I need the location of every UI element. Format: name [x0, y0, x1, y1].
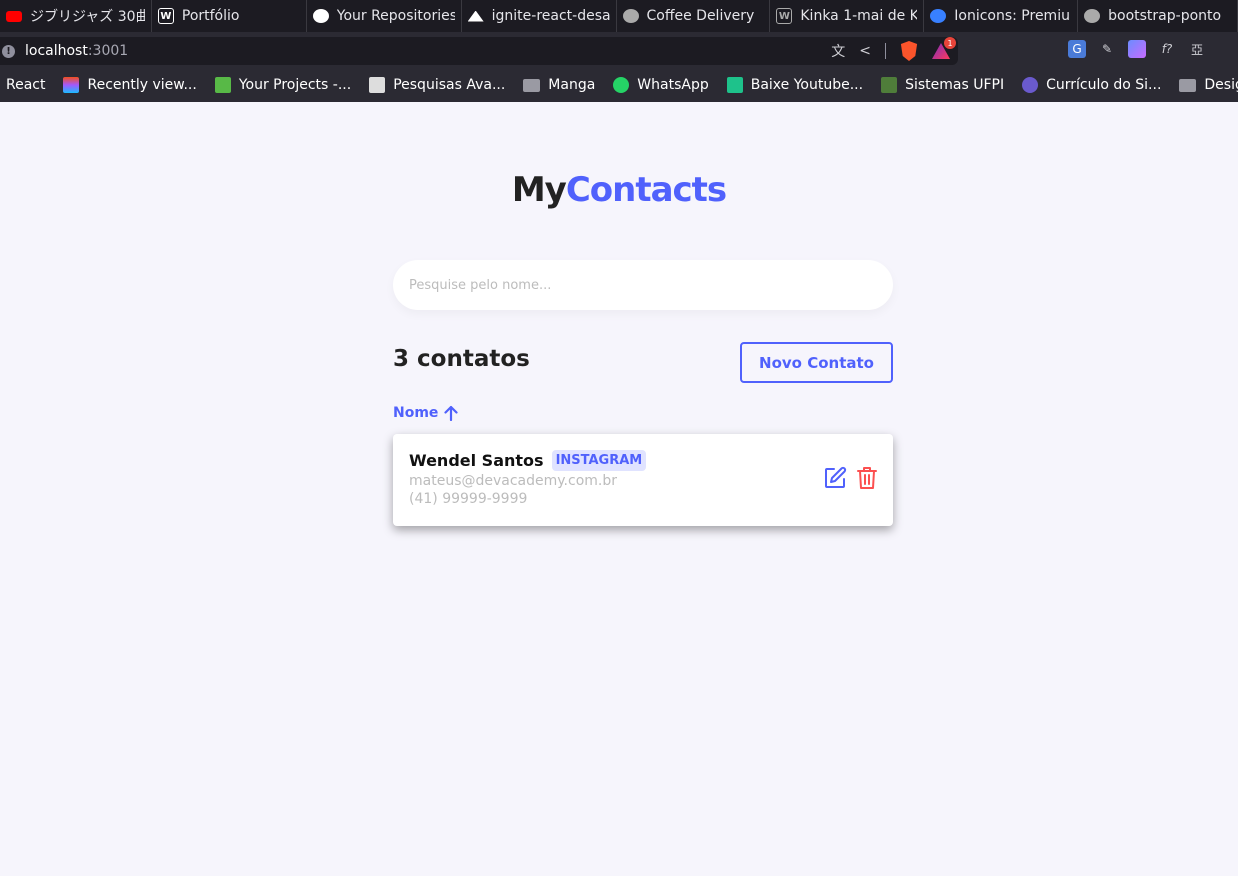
- pen-icon[interactable]: ✎: [1098, 40, 1116, 58]
- site-info-icon[interactable]: !: [2, 44, 15, 58]
- bookmark-item[interactable]: WhatsApp: [613, 77, 709, 93]
- contact-card: Wendel Santos INSTAGRAM mateus@devacadem…: [393, 434, 893, 526]
- edit-icon: [825, 466, 847, 488]
- github-icon: [312, 9, 329, 23]
- kinka-icon: W: [776, 8, 793, 24]
- brave-rewards-icon[interactable]: 1: [932, 37, 956, 59]
- bookmark-label: React: [6, 77, 46, 93]
- bookmarks-bar: React Recently view... Your Projects -... P…: [0, 68, 1238, 102]
- sort-label: Nome: [393, 405, 439, 421]
- new-contact-button[interactable]: Novo Contato: [740, 342, 893, 383]
- browser-tab[interactable]: Your Repositories: [307, 0, 462, 32]
- bookmark-item[interactable]: Baixe Youtube...: [726, 77, 864, 93]
- browser-tab-title: Kinka 1-mai de Ka: [800, 8, 918, 24]
- curriculo-icon: [1022, 77, 1039, 93]
- contact-name: Wendel Santos: [409, 451, 544, 470]
- bookmark-item[interactable]: Your Projects -...: [214, 77, 352, 93]
- edit-contact-button[interactable]: [823, 466, 847, 490]
- address-bar[interactable]: ! localhost:3001 文 < 1: [0, 37, 958, 65]
- bookmark-item[interactable]: Manga: [523, 77, 595, 93]
- globe-icon: [622, 9, 639, 23]
- browser-tab-title: Ionicons: Premium: [954, 8, 1072, 24]
- bookmark-label: Pesquisas Ava...: [393, 77, 506, 93]
- browser-tab-title: bootstrap-ponto: [1108, 8, 1222, 24]
- formula-icon[interactable]: f?: [1158, 40, 1176, 58]
- delete-contact-button[interactable]: [855, 466, 879, 490]
- bookmark-item[interactable]: React: [6, 77, 45, 93]
- whatsapp-icon: [613, 77, 630, 93]
- share-icon[interactable]: <: [859, 43, 871, 59]
- trash-icon: [857, 467, 877, 489]
- bookmark-item[interactable]: Recently view...: [63, 77, 197, 93]
- browser-tab[interactable]: ジブリジャズ 30曲: [0, 0, 152, 32]
- bookmark-label: Baixe Youtube...: [750, 77, 864, 93]
- contact-email: mateus@devacademy.com.br: [409, 473, 617, 489]
- browser-tab[interactable]: W Portfólio: [152, 0, 307, 32]
- url-text[interactable]: localhost:3001: [25, 43, 128, 59]
- browser-tab[interactable]: Ionicons: Premium: [924, 0, 1079, 32]
- vercel-icon: [467, 10, 484, 22]
- download-icon: [726, 77, 743, 93]
- ionicons-icon: [930, 9, 947, 23]
- bookmark-label: Recently view...: [87, 77, 197, 93]
- category-badge: INSTAGRAM: [551, 450, 647, 471]
- browser-tab[interactable]: bootstrap-ponto: [1078, 0, 1238, 32]
- google-translate-icon[interactable]: G: [1068, 40, 1086, 58]
- bookmark-label: Currículo do Si...: [1046, 77, 1162, 93]
- figma-icon: [63, 77, 80, 93]
- ufpi-icon: [881, 77, 898, 93]
- qr-icon: [369, 77, 386, 93]
- globe-icon: [1084, 9, 1101, 23]
- browser-tab-title: ignite-react-desafio: [491, 8, 610, 24]
- browser-tab-title: ジブリジャズ 30曲: [30, 9, 145, 25]
- search-input[interactable]: [393, 260, 893, 310]
- browser-tab[interactable]: ignite-react-desafio: [462, 0, 617, 32]
- brave-shield-icon[interactable]: [900, 41, 918, 61]
- bookmark-label: WhatsApp: [637, 77, 709, 93]
- translate-icon[interactable]: 文: [831, 41, 845, 61]
- bookmark-label: Your Projects -...: [238, 77, 352, 93]
- bookmark-item[interactable]: Sistemas UFPI: [881, 77, 1004, 93]
- bookmark-label: Sistemas UFPI: [905, 77, 1005, 93]
- browser-tab[interactable]: Coffee Delivery: [617, 0, 771, 32]
- app-logo: MyContacts: [511, 170, 727, 210]
- divider: [885, 43, 886, 59]
- folder-icon: [1179, 78, 1197, 92]
- browser-tab-title: Coffee Delivery: [646, 8, 755, 24]
- arrow-up-icon: [444, 405, 459, 421]
- browser-tab-bar: ジブリジャズ 30曲 W Portfólio Your Repositories ign…: [0, 0, 1238, 32]
- rewards-badge: 1: [944, 37, 956, 49]
- wiki-icon: W: [157, 8, 174, 24]
- extension-icon[interactable]: [1128, 40, 1146, 58]
- text-tool-icon[interactable]: 亞: [1188, 40, 1206, 58]
- sprout-icon: [214, 77, 231, 93]
- extensions-bar: G ✎ f? 亞: [1068, 40, 1206, 58]
- contact-phone: (41) 99999-9999: [409, 491, 528, 507]
- sort-by-name-button[interactable]: Nome: [393, 405, 459, 421]
- browser-tab[interactable]: W Kinka 1-mai de Ka: [770, 0, 925, 32]
- bookmark-item[interactable]: Design: [1179, 77, 1238, 93]
- bookmark-label: Manga: [548, 77, 596, 93]
- bookmark-item[interactable]: Currículo do Si...: [1022, 77, 1161, 93]
- bookmark-item[interactable]: Pesquisas Ava...: [369, 77, 505, 93]
- folder-icon: [523, 78, 541, 92]
- contacts-count: 3 contatos: [393, 346, 530, 372]
- bookmark-label: Design: [1204, 77, 1238, 93]
- browser-tab-title: Portfólio: [181, 8, 240, 24]
- youtube-icon: [6, 10, 22, 22]
- browser-tab-title: Your Repositories: [336, 8, 455, 24]
